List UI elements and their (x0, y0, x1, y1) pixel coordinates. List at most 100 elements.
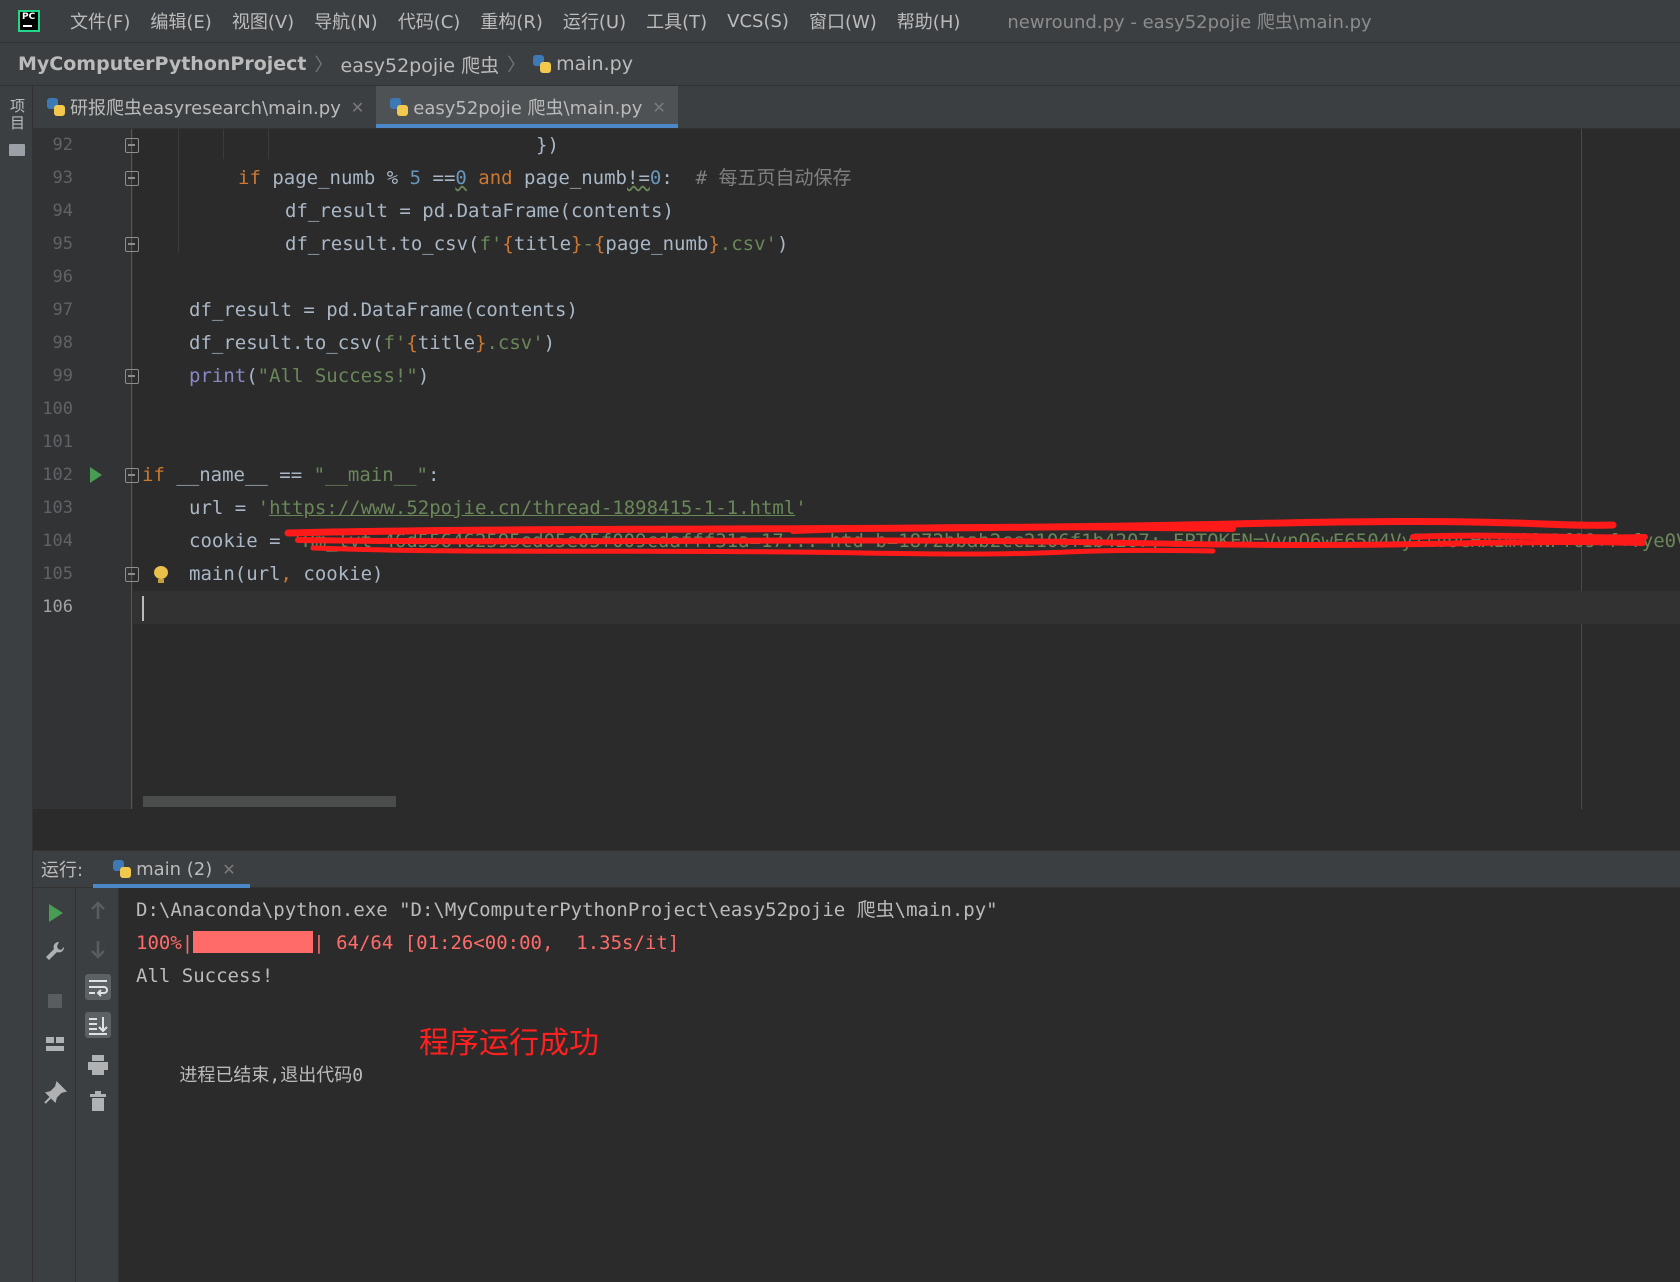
python-file-icon (390, 98, 409, 116)
code-line: 92 }) (33, 129, 1680, 162)
stop-icon[interactable] (42, 988, 68, 1014)
code-line: 100 (33, 393, 1680, 426)
success-annotation: 程序运行成功 (419, 1026, 599, 1061)
close-icon[interactable]: ✕ (652, 98, 665, 117)
menu-edit[interactable]: 编辑(E) (150, 8, 211, 34)
code-text: df_result.to_csv(f'{title}-{page_numb}.c… (285, 233, 789, 255)
console-progress-line: 100%| | 64/64 [01:26<00:00, 1.35s/it] (136, 930, 680, 954)
scroll-to-end-icon[interactable] (85, 1012, 111, 1038)
run-panel-header: 运行: main (2) ✕ (33, 850, 1680, 888)
fold-marker-icon[interactable] (125, 171, 139, 186)
line-number: 100 (42, 399, 73, 419)
tab-research-main[interactable]: 研报爬虫easyresearch\main.py ✕ (33, 86, 376, 128)
project-tool-window-button[interactable]: 项目 (6, 98, 28, 132)
console-success-line: All Success! (136, 965, 274, 987)
window-title: newround.py - easy52pojie 爬虫\main.py (1007, 12, 1372, 33)
lightbulb-icon[interactable] (153, 566, 169, 584)
code-line-current: 106 (33, 591, 1680, 624)
code-line: 99 print("All Success!") (33, 360, 1680, 393)
run-tab-label: main (2) (136, 858, 213, 880)
fold-marker-icon[interactable] (125, 567, 139, 582)
fold-marker-icon[interactable] (125, 369, 139, 384)
menu-help[interactable]: 帮助(H) (897, 8, 961, 34)
run-console[interactable]: D:\Anaconda\python.exe "D:\MyComputerPyt… (119, 888, 1680, 1282)
menu-vcs[interactable]: VCS(S) (727, 11, 789, 32)
run-tab-main[interactable]: main (2) ✕ (93, 850, 250, 888)
code-text: main(url, cookie) (189, 563, 384, 585)
folder-icon (9, 144, 25, 156)
trash-icon[interactable] (85, 1088, 111, 1114)
code-text: df_result = pd.DataFrame(contents) (285, 200, 674, 222)
print-icon[interactable] (85, 1052, 111, 1078)
menu-view[interactable]: 视图(V) (232, 8, 294, 34)
menu-navigate[interactable]: 导航(N) (314, 8, 378, 34)
code-line: 94 df_result = pd.DataFrame(contents) (33, 195, 1680, 228)
line-number: 106 (42, 597, 73, 617)
run-toolbar-secondary (76, 888, 119, 1282)
left-tool-strip: 项目 (0, 86, 33, 1282)
redacted-cookie: 'Hm_lvt_46d556462595ed05e05f009cdafff31a… (291, 530, 1680, 552)
tab-label: easy52pojie 爬虫\main.py (413, 98, 643, 119)
horizontal-scrollbar[interactable] (143, 796, 396, 807)
line-number: 94 (52, 201, 73, 221)
line-number: 98 (52, 333, 73, 353)
line-number: 104 (42, 531, 73, 551)
layout-icon[interactable] (42, 1031, 68, 1057)
menu-run[interactable]: 运行(U) (563, 8, 626, 34)
code-line: 97 df_result = pd.DataFrame(contents) (33, 294, 1680, 327)
code-line: 98 df_result.to_csv(f'{title}.csv') (33, 327, 1680, 360)
breadcrumb-project[interactable]: MyComputerPythonProject (18, 53, 307, 75)
code-line: 95 df_result.to_csv(f'{title}-{page_numb… (33, 228, 1680, 261)
run-panel-label: 运行: (41, 860, 84, 881)
line-number: 92 (52, 135, 73, 155)
python-file-icon (47, 98, 65, 116)
code-text: print("All Success!") (189, 365, 430, 387)
line-number: 103 (42, 498, 73, 518)
exit-code-text: 进程已结束,退出代码0 (179, 1065, 364, 1086)
code-text: df_result.to_csv(f'{title}.csv') (189, 332, 556, 354)
line-number: 102 (42, 465, 73, 485)
line-number: 101 (42, 432, 73, 452)
fold-marker-icon[interactable] (125, 468, 139, 483)
menu-window[interactable]: 窗口(W) (809, 8, 877, 34)
breadcrumb-file[interactable]: main.py (556, 53, 633, 75)
close-icon[interactable]: ✕ (222, 860, 235, 879)
code-text: cookie = 'Hm_lvt_46d556462595ed05e05f009… (189, 525, 1680, 558)
python-icon (113, 860, 132, 878)
tab-label: 研报爬虫easyresearch\main.py (70, 98, 341, 119)
menu-code[interactable]: 代码(C) (398, 8, 461, 34)
menu-bar: PC 文件(F) 编辑(E) 视图(V) 导航(N) 代码(C) 重构(R) 运… (0, 0, 1680, 43)
code-line: 104 cookie = 'Hm_lvt_46d556462595ed05e05… (33, 525, 1680, 558)
breadcrumb-folder[interactable]: easy52pojie 爬虫 (341, 51, 500, 78)
chevron-right-icon: 〉 (314, 55, 333, 76)
run-toolbar-primary (33, 888, 76, 1282)
code-line: 96 (33, 261, 1680, 294)
progress-bar-fill (193, 930, 314, 953)
close-icon[interactable]: ✕ (351, 98, 364, 117)
wrench-icon[interactable] (42, 938, 68, 964)
python-file-icon (533, 55, 552, 73)
editor-tabs: 研报爬虫easyresearch\main.py ✕ easy52pojie 爬… (33, 86, 1680, 129)
text-caret (142, 596, 144, 621)
line-number: 105 (42, 564, 73, 584)
menu-refactor[interactable]: 重构(R) (480, 8, 543, 34)
fold-marker-icon[interactable] (125, 237, 139, 252)
rerun-icon[interactable] (42, 900, 68, 926)
run-gutter-icon[interactable] (90, 467, 102, 483)
code-editor[interactable]: 92 }) 93 if page_numb % 5 ==0 and page_n… (33, 129, 1680, 809)
tab-easy52pojie-main[interactable]: easy52pojie 爬虫\main.py ✕ (376, 86, 678, 128)
line-number: 95 (52, 234, 73, 254)
menu-file[interactable]: 文件(F) (70, 8, 130, 34)
arrow-down-icon[interactable] (85, 936, 111, 962)
code-text: if __name__ == "__main__": (142, 464, 440, 486)
fold-marker-icon[interactable] (125, 138, 139, 153)
line-number: 96 (52, 267, 73, 287)
breadcrumb: MyComputerPythonProject 〉 easy52pojie 爬虫… (0, 43, 1680, 86)
code-text: if page_numb % 5 ==0 and page_numb!=0: #… (238, 167, 852, 189)
pin-icon[interactable] (42, 1080, 68, 1106)
url-link[interactable]: https://www.52pojie.cn/thread-1898415-1-… (269, 497, 795, 519)
code-text: df_result = pd.DataFrame(contents) (189, 299, 578, 321)
menu-tools[interactable]: 工具(T) (646, 8, 707, 34)
arrow-up-icon[interactable] (85, 898, 111, 924)
soft-wrap-icon[interactable] (85, 974, 111, 1000)
